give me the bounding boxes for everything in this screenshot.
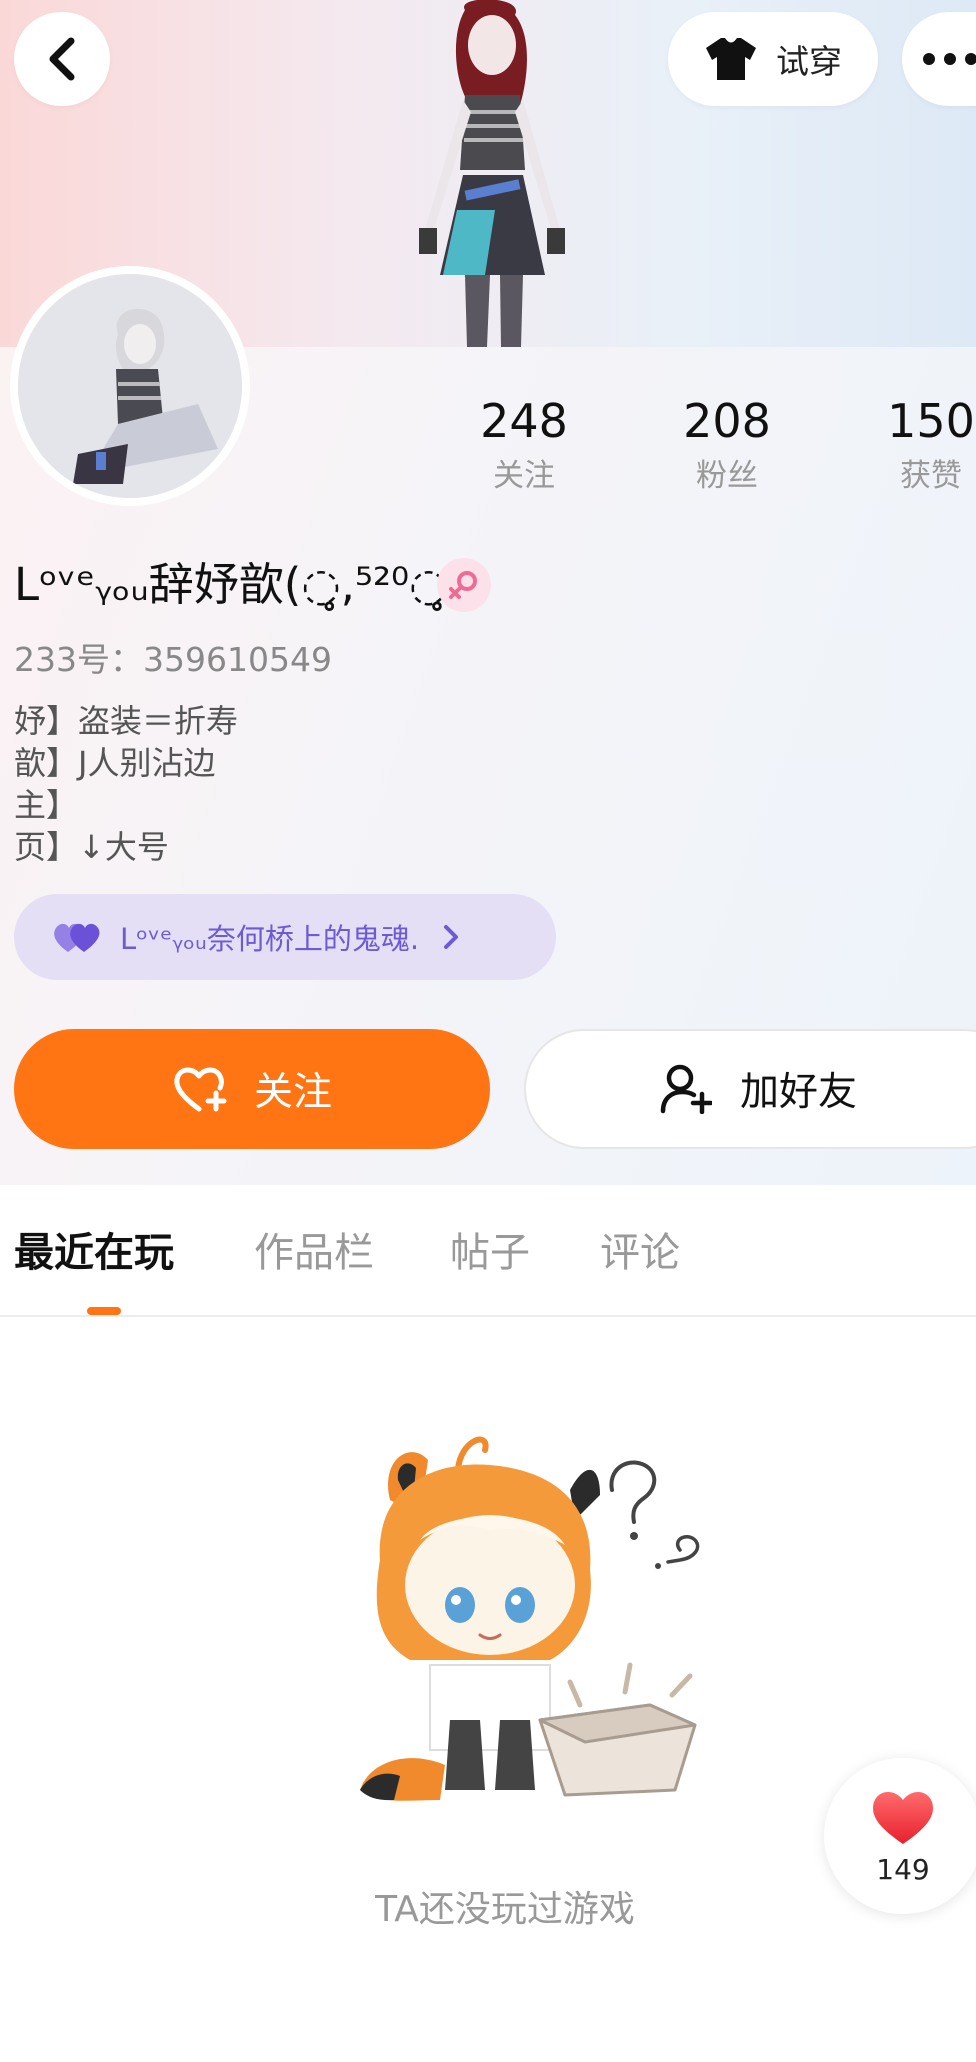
add-friend-label: 加好友 (740, 1070, 858, 1115)
bio: 妤】盗装＝折寿 歆】J人别沾边 主】 页】↓大号 (14, 700, 238, 868)
guild-name: Lᵒᵛᵉᵧₒᵤ奈何桥上的鬼魂. (120, 922, 420, 956)
guild-pill[interactable]: Lᵒᵛᵉᵧₒᵤ奈何桥上的鬼魂. (14, 894, 556, 980)
chevron-left-icon (49, 37, 75, 81)
tab-works[interactable]: 作品栏 (254, 1225, 374, 1281)
gender-badge (437, 558, 491, 612)
more-dots-icon (923, 53, 976, 65)
following-stat[interactable]: 248 关注 (454, 390, 594, 498)
empty-state-illustration (360, 1436, 700, 1801)
following-count: 248 (480, 394, 568, 448)
likes-label: 获赞 (900, 458, 962, 494)
followers-label: 粉丝 (696, 458, 758, 494)
avatar-image (18, 274, 242, 498)
follow-label: 关注 (253, 1070, 332, 1115)
tab-posts[interactable]: 帖子 (450, 1225, 530, 1281)
double-heart-icon (54, 923, 100, 952)
try-on-button[interactable]: 试穿 (668, 12, 878, 106)
heart-icon (873, 1791, 933, 1844)
bio-line: 主】 (14, 786, 79, 824)
following-label: 关注 (493, 458, 555, 494)
shirt-icon (706, 38, 756, 80)
likes-stat[interactable]: 150 获赞 (861, 390, 976, 498)
followers-count: 208 (683, 394, 771, 448)
heart-plus-icon (174, 1067, 227, 1112)
chevron-right-icon (444, 925, 459, 949)
female-icon (449, 571, 477, 599)
bio-line: 歆】J人别沾边 (14, 744, 216, 782)
bio-line: 妤】盗装＝折寿 (14, 702, 239, 740)
empty-state-message: TA还没玩过游戏 (375, 1889, 635, 1930)
character-banner-image (419, 0, 565, 347)
add-friend-button[interactable]: 加好友 (524, 1029, 976, 1149)
add-user-icon (660, 1064, 712, 1114)
avatar[interactable] (18, 274, 242, 498)
back-button[interactable] (14, 12, 110, 106)
nickname: Lᵒᵛᵉᵧₒᵤ辞妤歆(◌̥̥,⁵²⁰◌̥̥ (14, 558, 449, 611)
like-floating-button[interactable]: 149 (824, 1758, 976, 1914)
follow-button[interactable]: 关注 (14, 1029, 490, 1149)
tab-comments[interactable]: 评论 (600, 1225, 680, 1281)
try-on-label: 试穿 (776, 42, 842, 81)
likes-count: 150 (887, 394, 975, 448)
bio-line: 页】↓大号 (14, 828, 169, 866)
content-tabs: 最近在玩 作品栏 帖子 评论 (0, 1185, 976, 1317)
like-count: 149 (876, 1852, 930, 1886)
user-id: 233号：359610549 (14, 640, 332, 679)
tab-recently-played[interactable]: 最近在玩 (14, 1225, 174, 1281)
followers-stat[interactable]: 208 粉丝 (657, 390, 797, 498)
active-tab-indicator (87, 1307, 121, 1315)
